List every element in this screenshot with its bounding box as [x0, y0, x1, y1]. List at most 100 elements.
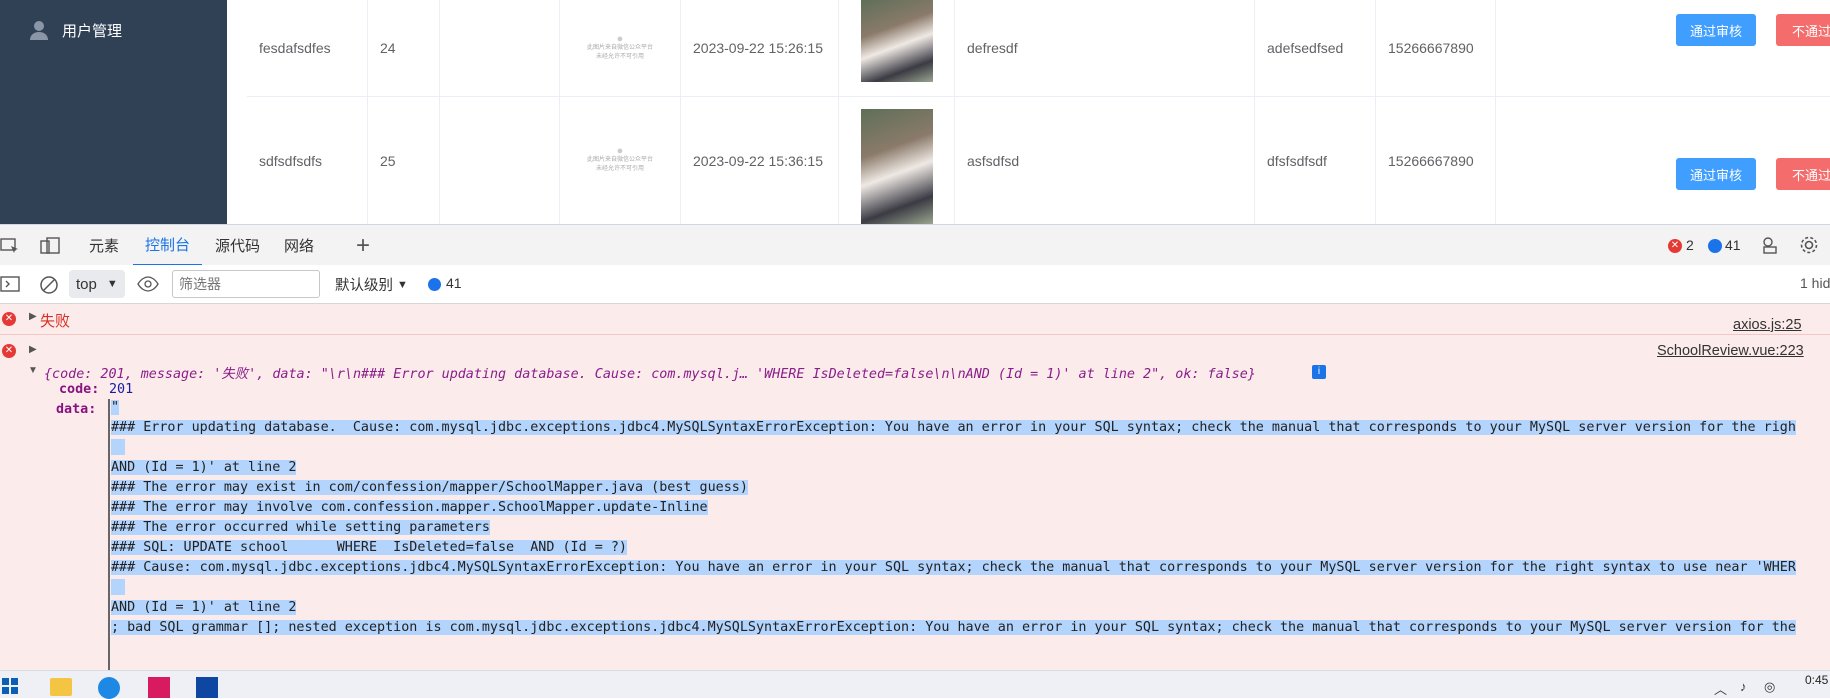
text-cell: asfsdfsd: [955, 97, 1255, 224]
placeholder-text: 未经允许不可引用: [595, 53, 644, 60]
placeholder-text: 此图片来自微信公众平台: [586, 44, 653, 51]
selected-text: [111, 439, 125, 455]
code-value: 201: [109, 382, 134, 397]
tab-sources[interactable]: 源代码: [215, 225, 260, 266]
phone-cell: 15266667890: [1376, 97, 1496, 224]
context-select[interactable]: top ▼: [69, 270, 125, 298]
data-value-line: AND (Id = 1)' at line 2: [111, 599, 297, 617]
source-link[interactable]: axios.js:25: [1733, 317, 1802, 333]
console-error-row: ✕ ▶ 失败 axios.js:25: [0, 304, 1830, 335]
sidebar-toggle-icon[interactable]: [0, 276, 20, 295]
devtools-tab-bar: 元素 控制台 源代码 网络 + ✕ 2 41: [0, 224, 1830, 267]
settings-gear-icon[interactable]: [1799, 235, 1819, 258]
sidebar-item-label: 用户管理: [62, 22, 123, 40]
tab-console[interactable]: 控制台: [133, 225, 203, 266]
code-key: code:: [59, 382, 100, 397]
data-value-line: ### The error may exist in com/confessio…: [111, 479, 748, 497]
data-key: data:: [56, 402, 97, 417]
taskbar: ︿ ♪ ◎ 0:45: [0, 670, 1830, 699]
tab-elements[interactable]: 元素: [89, 225, 119, 266]
sidebar-item-user-management[interactable]: 用户管理: [0, 0, 227, 60]
intellij-icon[interactable]: [148, 677, 170, 698]
filter-input[interactable]: [172, 270, 320, 298]
customize-icon[interactable]: [1760, 235, 1780, 258]
console-toolbar: top ▼ 默认级别 ▼ 41 1 hid: [0, 265, 1830, 304]
empty-cell: [440, 97, 560, 224]
volume-icon[interactable]: ♪: [1740, 679, 1747, 694]
windows-start-icon[interactable]: [2, 678, 18, 697]
clear-console-icon[interactable]: [39, 275, 59, 298]
hidden-count: 1 hid: [1800, 275, 1830, 291]
context-value: top: [76, 275, 97, 293]
chat-icon: ●: [616, 145, 624, 157]
selected-text: ### SQL: UPDATE school WHERE IsDeleted=f…: [111, 540, 627, 555]
error-count-icon[interactable]: ✕: [1668, 239, 1682, 253]
approve-button[interactable]: 通过审核: [1676, 158, 1756, 190]
error-count: 2: [1686, 237, 1694, 253]
expand-arrow-icon[interactable]: ▶: [29, 311, 37, 322]
console-output: ✕ ▶ 失败 axios.js:25 ✕ ▶ SchoolReview.vue:…: [0, 304, 1830, 670]
add-tab-icon[interactable]: +: [356, 225, 370, 266]
reject-button[interactable]: 不通过审核: [1776, 158, 1830, 190]
data-value-line: ### The error occurred while setting par…: [111, 519, 490, 537]
table-row: fesdafsdfes 24 ● 此图片来自微信公众平台 未经允许不可引用 20…: [247, 0, 1830, 97]
actions-cell: 通过审核 不通过审核: [1496, 97, 1830, 224]
data-value-line: [111, 579, 125, 597]
error-icon: ✕: [2, 344, 16, 358]
text-cell: defresdf: [955, 0, 1255, 96]
sidebar: 用户管理: [0, 0, 227, 224]
network-icon[interactable]: ◎: [1764, 679, 1775, 695]
log-level-select[interactable]: 默认级别 ▼: [335, 274, 408, 295]
placeholder-text: 未经允许不可引用: [595, 166, 644, 172]
number-cell: 24: [368, 0, 440, 96]
data-value-line: ": [111, 399, 120, 417]
clock-time[interactable]: 0:45: [1805, 673, 1828, 687]
console-error-row: ✕ ▶ SchoolReview.vue:223 ▼ {code: 201, m…: [0, 335, 1830, 670]
edge-browser-icon[interactable]: [98, 677, 120, 699]
selected-text: ": [111, 400, 120, 415]
user-photo[interactable]: [861, 109, 933, 224]
actions-cell: 通过审核 不通过审核: [1496, 0, 1830, 96]
tab-network[interactable]: 网络: [284, 225, 314, 266]
reject-button[interactable]: 不通过审核: [1776, 14, 1830, 46]
image-placeholder: ● 此图片来自微信公众平台 未经允许不可引用: [560, 97, 681, 224]
selected-text: ### The error may exist in com/confessio…: [111, 480, 748, 495]
chevron-up-icon[interactable]: ︿: [1714, 679, 1727, 698]
selected-text: AND (Id = 1)' at line 2: [111, 460, 297, 475]
data-value-line: ### Cause: com.mysql.jdbc.exceptions.jdb…: [111, 559, 1796, 577]
data-value-line: AND (Id = 1)' at line 2: [111, 459, 297, 477]
device-toolbar-icon[interactable]: [40, 237, 60, 258]
number-cell: 25: [368, 97, 440, 224]
message-count-icon[interactable]: [1708, 239, 1722, 253]
name-cell: fesdafsdfes: [247, 0, 368, 96]
chat-icon: ●: [616, 32, 624, 45]
user-photo[interactable]: [861, 0, 933, 82]
message-count: 41: [1725, 237, 1741, 253]
collapse-arrow-icon[interactable]: ▼: [28, 365, 38, 376]
app-area: 用户管理 fesdafsdfes 24 ● 此图片来自微信公众平台 未经允许不可…: [0, 0, 1830, 224]
data-value-line: ### Error updating database. Cause: com.…: [111, 419, 1796, 437]
live-expression-eye-icon[interactable]: [137, 276, 159, 295]
webstorm-icon[interactable]: [196, 677, 218, 698]
approve-button[interactable]: 通过审核: [1676, 14, 1756, 46]
selected-text: AND (Id = 1)' at line 2: [111, 600, 297, 615]
data-value-line: ; bad SQL grammar []; nested exception i…: [111, 619, 1796, 637]
object-summary[interactable]: {code: 201, message: '失败', data: "\r\n##…: [44, 362, 1256, 382]
file-explorer-icon[interactable]: [50, 678, 72, 696]
data-value-line: ### The error may involve com.confession…: [111, 499, 708, 517]
table-row: sdfsdfsdfs 25 ● 此图片来自微信公众平台 未经允许不可引用 202…: [247, 97, 1830, 224]
data-value-line: ### SQL: UPDATE school WHERE IsDeleted=f…: [111, 539, 627, 557]
selected-text: [111, 579, 125, 595]
time-cell: 2023-09-22 15:26:15: [681, 0, 839, 96]
selected-text: ### The error occurred while setting par…: [111, 520, 490, 535]
info-icon[interactable]: i: [1312, 365, 1326, 379]
data-value-line: [111, 439, 125, 457]
toolbar-message-count: 41: [446, 275, 462, 291]
inspect-element-icon[interactable]: [0, 237, 20, 258]
source-link[interactable]: SchoolReview.vue:223: [1657, 343, 1804, 359]
expand-arrow-icon[interactable]: ▶: [29, 344, 37, 355]
user-icon: [28, 19, 50, 41]
chevron-down-icon: ▼: [106, 278, 118, 290]
error-message: 失败: [40, 313, 71, 330]
message-bubble-icon: [428, 278, 441, 291]
